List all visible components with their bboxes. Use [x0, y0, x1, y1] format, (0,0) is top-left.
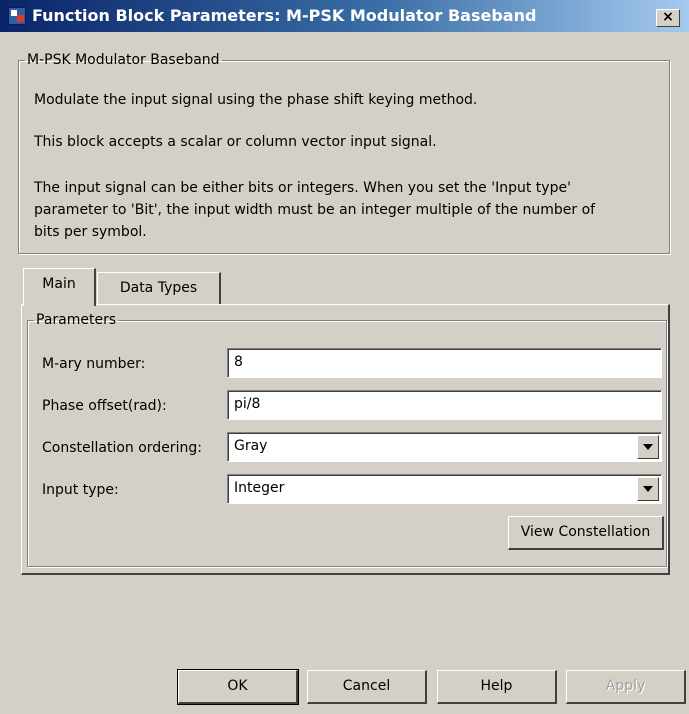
input-type-select[interactable]: Integer	[227, 474, 662, 504]
cancel-button[interactable]: Cancel	[307, 670, 427, 704]
input-type-label: Input type:	[42, 482, 119, 498]
tab-data-types[interactable]: Data Types	[97, 272, 221, 304]
input-type-value: Integer	[234, 480, 285, 496]
apply-button[interactable]: Apply	[566, 670, 686, 704]
chevron-down-icon	[643, 444, 653, 450]
input-type-dropdown-button[interactable]	[637, 477, 659, 501]
description-line-2: This block accepts a scalar or column ve…	[34, 134, 437, 150]
description-group-title: M-PSK Modulator Baseband	[27, 52, 220, 68]
constellation-ordering-dropdown-button[interactable]	[637, 435, 659, 459]
close-button[interactable]: ×	[656, 9, 680, 27]
simulink-block-icon	[8, 7, 26, 25]
phase-offset-field[interactable]: pi/8	[227, 390, 662, 420]
constellation-ordering-value: Gray	[234, 438, 268, 454]
mary-number-field[interactable]: 8	[227, 348, 662, 378]
constellation-ordering-select[interactable]: Gray	[227, 432, 662, 462]
close-icon: ×	[662, 9, 674, 25]
view-constellation-button[interactable]: View Constellation	[508, 516, 664, 550]
window-title: Function Block Parameters: M-PSK Modulat…	[32, 6, 537, 25]
constellation-ordering-label: Constellation ordering:	[42, 440, 202, 456]
parameters-group-title: Parameters	[36, 312, 117, 328]
mary-number-label: M-ary number:	[42, 356, 146, 372]
description-line-3a: The input signal can be either bits or i…	[34, 180, 571, 196]
chevron-down-icon	[643, 486, 653, 492]
phase-offset-label: Phase offset(rad):	[42, 398, 167, 414]
ok-button[interactable]: OK	[177, 669, 299, 705]
tab-main[interactable]: Main	[23, 268, 96, 306]
help-button[interactable]: Help	[437, 670, 557, 704]
description-line-3c: bits per symbol.	[34, 224, 147, 240]
title-bar[interactable]: Function Block Parameters: M-PSK Modulat…	[0, 0, 689, 32]
description-line-1: Modulate the input signal using the phas…	[34, 92, 478, 108]
description-line-3b: parameter to 'Bit', the input width must…	[34, 202, 596, 218]
